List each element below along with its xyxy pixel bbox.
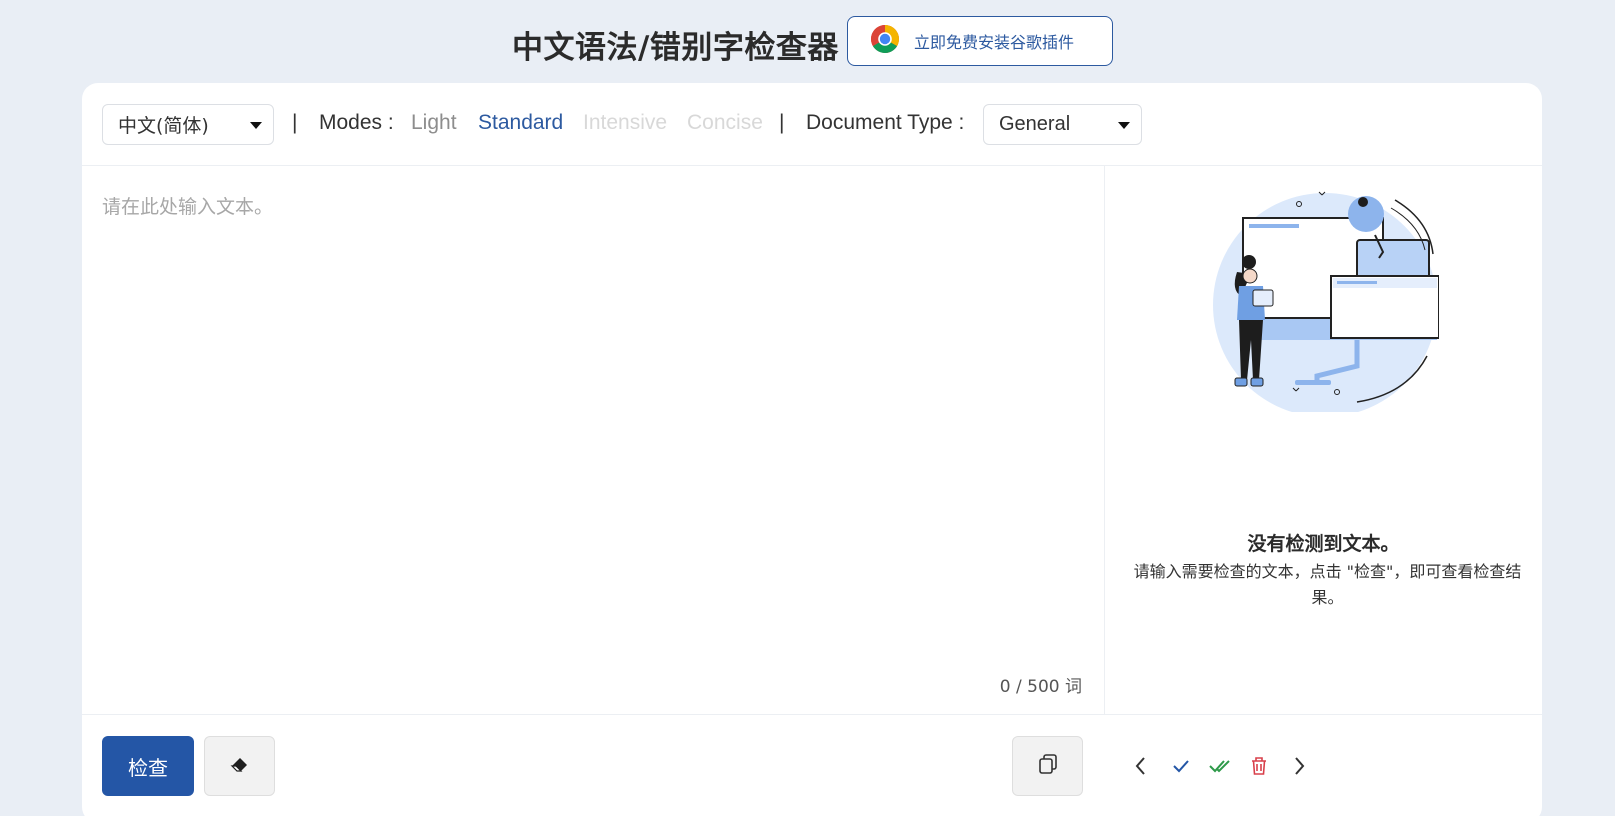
empty-state-title: 没有检测到文本。 <box>1247 533 1400 555</box>
mode-standard[interactable]: Standard <box>478 111 563 135</box>
mode-intensive[interactable]: Intensive <box>583 111 667 135</box>
toolbar: 中文(简体) | Modes : Light Standard Intensiv… <box>82 83 1542 166</box>
clear-button[interactable] <box>204 736 275 796</box>
copy-button[interactable] <box>1012 736 1083 796</box>
action-bar: 检查 <box>82 714 1542 816</box>
trash-icon[interactable] <box>1246 753 1272 779</box>
editor-panel: 0 / 500 词 <box>82 166 1105 714</box>
check-button[interactable]: 检查 <box>102 736 194 796</box>
document-type-value: General <box>999 113 1071 135</box>
double-check-icon[interactable] <box>1207 753 1233 779</box>
check-icon[interactable] <box>1168 753 1194 779</box>
modes-label: Modes : <box>319 111 394 134</box>
top-bar: 中文语法/错别字检查器 立即免费安装谷歌插件 <box>0 0 1615 84</box>
checker-card: 中文(简体) | Modes : Light Standard Intensiv… <box>82 83 1542 816</box>
install-extension-button[interactable]: 立即免费安装谷歌插件 <box>847 16 1113 66</box>
chevron-right-icon[interactable] <box>1286 753 1312 779</box>
empty-state-description: 请输入需要检查的文本，点击 "检查"，即可查看检查结果。 <box>1133 562 1522 607</box>
chrome-icon <box>870 24 900 59</box>
mode-light[interactable]: Light <box>411 111 457 135</box>
mode-concise[interactable]: Concise <box>687 111 763 135</box>
caret-down-icon <box>1118 122 1130 129</box>
results-panel: 没有检测到文本。 请输入需要检查的文本，点击 "检查"，即可查看检查结果。 <box>1105 166 1542 714</box>
document-type-label: Document Type : <box>806 111 965 134</box>
text-input[interactable] <box>102 192 1082 662</box>
language-select-value: 中文(简体) <box>118 115 209 137</box>
person-with-screens-illustration <box>1207 180 1440 417</box>
page-title: 中文语法/错别字检查器 <box>512 30 839 66</box>
copy-icon <box>1036 752 1060 781</box>
eraser-icon <box>229 753 251 780</box>
toolbar-divider: | <box>292 111 298 134</box>
install-extension-label: 立即免费安装谷歌插件 <box>914 33 1075 52</box>
language-select[interactable]: 中文(简体) <box>102 104 274 145</box>
caret-down-icon <box>250 122 262 129</box>
word-count: 0 / 500 词 <box>999 677 1082 697</box>
chevron-left-icon[interactable] <box>1128 753 1154 779</box>
document-type-select[interactable]: General <box>983 104 1142 145</box>
toolbar-divider: | <box>779 111 785 134</box>
